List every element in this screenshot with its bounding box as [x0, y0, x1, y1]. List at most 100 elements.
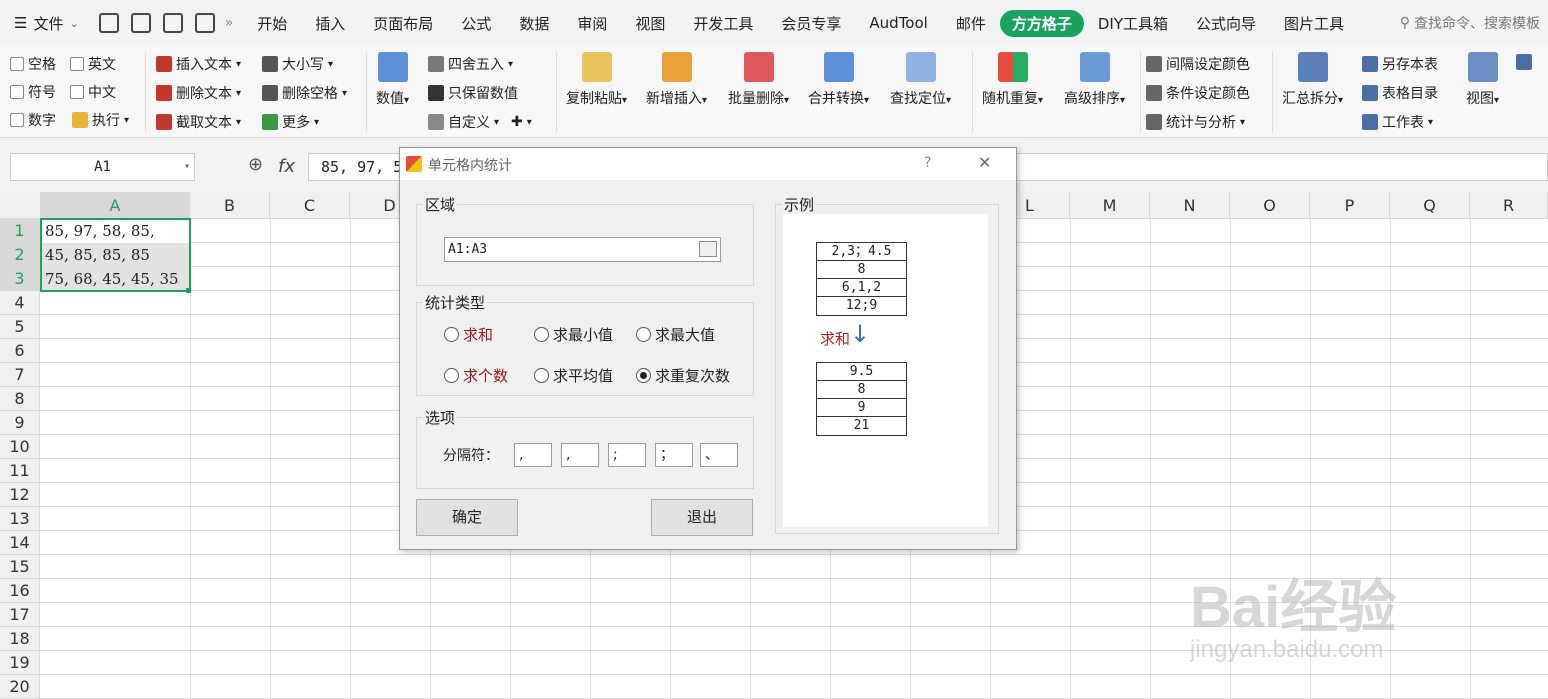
tab-audtool[interactable]: AudTool [855, 14, 941, 32]
row-header[interactable]: 11 [0, 459, 40, 483]
advanced-sort-button[interactable]: 高级排序▾ [1064, 52, 1125, 108]
row-header[interactable]: 5 [0, 315, 40, 339]
tab-ffgz[interactable]: 方方格子 [999, 9, 1084, 37]
stats-analysis-button[interactable]: 统计与分析 ▾ [1146, 112, 1245, 132]
check-symbol[interactable]: 符号 [10, 82, 56, 102]
interval-color-button[interactable]: 间隔设定颜色 [1146, 54, 1250, 74]
sheet-index-button[interactable]: 表格目录 [1362, 83, 1438, 103]
random-repeat-button[interactable]: 随机重复▾ [982, 52, 1043, 108]
row-header[interactable]: 19 [0, 651, 40, 675]
save-sheet-button[interactable]: 另存本表 [1362, 54, 1438, 74]
radio-count[interactable]: 求个数 [444, 365, 508, 386]
ok-button[interactable]: 确定 [416, 499, 518, 536]
row-header[interactable]: 10 [0, 435, 40, 459]
radio-min[interactable]: 求最小值 [534, 324, 613, 345]
row-header[interactable]: 8 [0, 387, 40, 411]
tab-review[interactable]: 审阅 [563, 13, 621, 34]
more-icon[interactable]: » [225, 15, 234, 31]
tab-page-layout[interactable]: 页面布局 [359, 13, 447, 34]
row-header[interactable]: 1 [0, 219, 40, 243]
tab-picture-tools[interactable]: 图片工具 [1270, 13, 1358, 34]
row-header[interactable]: 9 [0, 411, 40, 435]
row-header[interactable]: 14 [0, 531, 40, 555]
save-icon[interactable] [98, 13, 119, 33]
column-header[interactable]: R [1470, 192, 1548, 219]
column-header[interactable]: P [1310, 192, 1390, 219]
radio-circle[interactable] [636, 327, 651, 342]
checkbox[interactable] [10, 85, 24, 99]
new-insert-button[interactable]: 新增插入▾ [646, 52, 707, 108]
tab-data[interactable]: 数据 [505, 13, 563, 34]
summary-split-button[interactable]: 汇总拆分▾ [1282, 52, 1343, 108]
check-english[interactable]: 英文 [70, 54, 116, 74]
tab-formula-wizard[interactable]: 公式向导 [1182, 13, 1270, 34]
radio-average[interactable]: 求平均值 [534, 365, 613, 386]
separator-input-1[interactable]: , [514, 443, 552, 467]
radio-circle[interactable] [534, 327, 549, 342]
plus-icon[interactable]: ✚ [511, 114, 523, 130]
remove-space-button[interactable]: 删除空格 ▾ [262, 83, 347, 103]
tab-home[interactable]: 开始 [243, 13, 301, 34]
more-button[interactable]: 更多 ▾ [262, 112, 319, 132]
file-menu[interactable]: ☰ 文件 ⌄ [14, 13, 79, 34]
separator-input-3[interactable]: ; [608, 443, 646, 467]
checkbox[interactable] [70, 57, 84, 71]
check-space[interactable]: 空格 [10, 54, 56, 74]
column-header[interactable]: A [41, 192, 190, 219]
tab-diy[interactable]: DIY工具箱 [1084, 13, 1182, 34]
row-header[interactable]: 13 [0, 507, 40, 531]
name-box[interactable]: A1 ▾ [10, 153, 195, 181]
view-button[interactable]: 视图▾ [1466, 52, 1499, 108]
row-header[interactable]: 12 [0, 483, 40, 507]
column-header[interactable]: Q [1390, 192, 1470, 219]
help-icon[interactable]: ? [924, 155, 931, 171]
exit-button[interactable]: 退出 [651, 499, 753, 536]
find-locate-button[interactable]: 查找定位▾ [890, 52, 951, 108]
radio-max[interactable]: 求最大值 [636, 324, 715, 345]
radio-circle-selected[interactable] [636, 368, 651, 383]
export-icon[interactable] [130, 13, 151, 33]
checkbox[interactable] [10, 113, 24, 127]
range-picker-icon[interactable] [699, 241, 717, 257]
checkbox[interactable] [10, 57, 24, 71]
radio-repeat-count[interactable]: 求重复次数 [636, 365, 730, 386]
separator-input-4[interactable]: ； [655, 443, 693, 467]
insert-text-button[interactable]: 插入文本 ▾ [156, 54, 241, 74]
row-header[interactable]: 6 [0, 339, 40, 363]
row-header[interactable]: 4 [0, 291, 40, 315]
preview-icon[interactable] [194, 13, 215, 33]
separator-input-5[interactable]: 、 [700, 443, 738, 467]
tab-mail[interactable]: 邮件 [942, 13, 1000, 34]
row-header[interactable]: 2 [0, 243, 40, 267]
merge-convert-button[interactable]: 合并转换▾ [808, 52, 869, 108]
print-icon[interactable] [162, 13, 183, 33]
column-header[interactable]: M [1070, 192, 1150, 219]
tab-developer[interactable]: 开发工具 [679, 13, 767, 34]
tab-insert[interactable]: 插入 [301, 13, 359, 34]
tab-formula[interactable]: 公式 [447, 13, 505, 34]
select-all-corner[interactable] [0, 192, 41, 219]
delete-text-button[interactable]: 删除文本 ▾ [156, 83, 241, 103]
check-number[interactable]: 数字 [10, 110, 56, 130]
fill-handle[interactable] [186, 288, 191, 293]
separator-input-2[interactable]: , [561, 443, 599, 467]
column-header[interactable]: N [1150, 192, 1230, 219]
column-header[interactable]: C [270, 192, 350, 219]
column-header[interactable]: O [1230, 192, 1310, 219]
tab-member[interactable]: 会员专享 [767, 13, 855, 34]
copy-paste-button[interactable]: 复制粘贴▾ [566, 52, 627, 108]
zoom-icon[interactable]: ⊕ [248, 154, 263, 175]
radio-circle[interactable] [444, 368, 459, 383]
radio-circle[interactable] [444, 327, 459, 342]
condition-color-button[interactable]: 条件设定颜色 [1146, 83, 1250, 103]
row-header[interactable]: 7 [0, 363, 40, 387]
ribbon-overflow-icon[interactable] [1516, 54, 1532, 70]
range-input[interactable]: A1:A3 [444, 237, 721, 262]
round-button[interactable]: 四舍五入 ▾ [428, 54, 513, 74]
row-header[interactable]: 17 [0, 603, 40, 627]
checkbox[interactable] [70, 85, 84, 99]
extract-text-button[interactable]: 截取文本 ▾ [156, 112, 241, 132]
row-header[interactable]: 16 [0, 579, 40, 603]
worksheet-button[interactable]: 工作表 ▾ [1362, 112, 1433, 132]
dialog-titlebar[interactable]: 单元格内统计 ? ✕ [400, 148, 1016, 180]
